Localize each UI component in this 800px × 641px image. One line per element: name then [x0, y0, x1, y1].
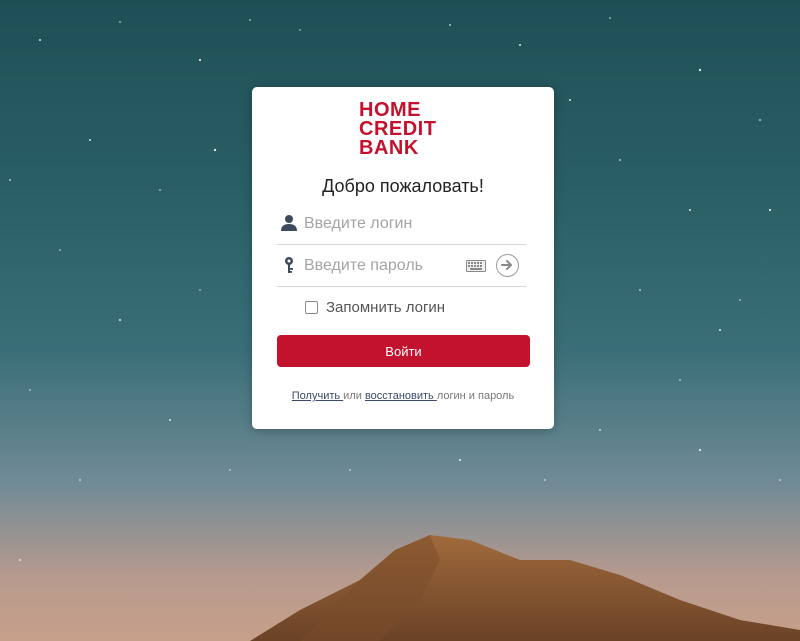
arrow-right-icon — [501, 260, 512, 270]
login-password-text: логин и пароль — [436, 390, 515, 402]
remember-login-checkbox[interactable] — [305, 301, 318, 314]
submit-arrow-button[interactable] — [496, 254, 519, 277]
logo-line-3: BANK — [359, 137, 419, 159]
password-input[interactable] — [304, 253, 464, 279]
virtual-keyboard-icon[interactable] — [466, 260, 486, 272]
login-button[interactable]: Войти — [277, 335, 530, 367]
account-help-links: Получить или восстановить логин и пароль — [252, 390, 554, 402]
or-text: или — [343, 390, 362, 402]
remember-login-label: Запомнить логин — [326, 299, 446, 316]
password-field — [277, 245, 526, 287]
login-input[interactable] — [304, 211, 464, 237]
login-field — [277, 203, 526, 245]
welcome-heading: Добро пожаловать! — [322, 176, 484, 196]
get-login-link[interactable]: Получить — [292, 390, 343, 402]
home-credit-bank-logo: HOME CREDIT BANK — [359, 100, 436, 159]
remember-login-row[interactable]: Запомнить логин — [305, 299, 445, 316]
login-card: HOME CREDIT BANK Добро пожаловать! Введи… — [252, 87, 554, 429]
restore-login-link[interactable]: восстановить — [365, 390, 437, 402]
key-icon — [285, 257, 293, 273]
user-icon — [281, 215, 297, 231]
